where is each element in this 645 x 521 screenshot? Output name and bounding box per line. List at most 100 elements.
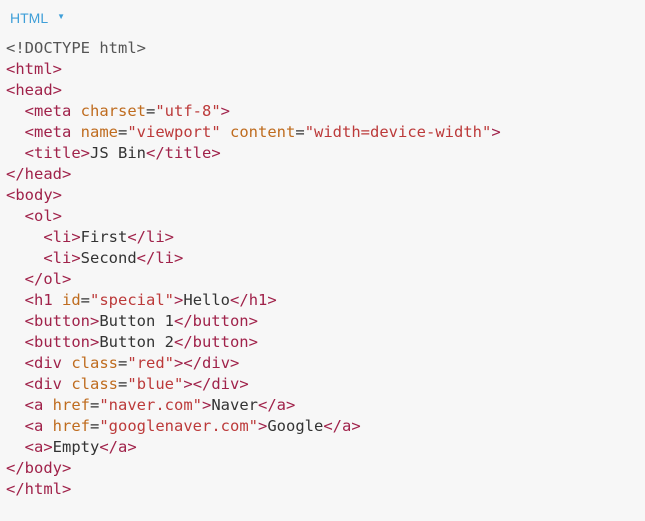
code-tag-token: </ol> (24, 270, 72, 288)
code-tag-token: </li> (127, 228, 174, 246)
code-tag-token: > (202, 396, 212, 414)
code-line[interactable]: <ol> (0, 206, 645, 227)
code-line[interactable]: <button>Button 1</button> (0, 311, 645, 332)
code-line[interactable]: <a href="googlenaver.com">Google</a> (0, 416, 645, 437)
code-line[interactable]: <li>Second</li> (0, 248, 645, 269)
code-attribute-token: class (71, 375, 119, 393)
code-tag-token: <button> (24, 312, 100, 330)
code-line[interactable]: <a>Empty</a> (0, 437, 645, 458)
code-text-token: Empty (52, 438, 100, 456)
code-line[interactable]: </head> (0, 164, 645, 185)
code-tag-token: > (491, 123, 501, 141)
code-tag-token: </button> (173, 312, 258, 330)
code-attribute-token: id (62, 291, 81, 309)
code-line[interactable]: </body> (0, 458, 645, 479)
code-line[interactable]: <li>First</li> (0, 227, 645, 248)
code-tag-token: <meta (24, 123, 81, 141)
code-text-token: Naver (211, 396, 259, 414)
code-tag-token: <ol> (24, 207, 62, 225)
code-tag-token: </button> (173, 333, 258, 351)
code-string-token: "special" (90, 291, 175, 309)
code-string-token: "naver.com" (99, 396, 202, 414)
code-text-token: = (90, 417, 100, 435)
code-line[interactable]: <body> (0, 185, 645, 206)
code-text-token: Google (267, 417, 324, 435)
code-text-token: = (118, 375, 128, 393)
code-editor[interactable]: <!DOCTYPE html> <html> <head> <meta charse… (0, 38, 645, 500)
code-line[interactable]: <head> (0, 80, 645, 101)
code-line[interactable]: <a href="naver.com">Naver</a> (0, 395, 645, 416)
code-tag-token: <li> (43, 228, 81, 246)
code-text-token: = (146, 102, 156, 120)
code-text-token: = (118, 123, 128, 141)
code-attribute-token: class (71, 354, 119, 372)
code-line[interactable]: <html> (0, 59, 645, 80)
code-line[interactable]: <meta name="viewport" content="width=dev… (0, 122, 645, 143)
code-text-token: Second (80, 249, 137, 267)
code-text-token: Button 1 (99, 312, 174, 330)
code-string-token: "googlenaver.com" (99, 417, 258, 435)
code-tag-token: </a> (323, 417, 361, 435)
code-attribute-token: href (52, 417, 90, 435)
code-tag-token: <li> (43, 249, 81, 267)
code-text-token: Button 2 (99, 333, 174, 351)
code-text-token: = (295, 123, 305, 141)
code-tag-token: <html> (6, 60, 62, 78)
code-tag-token: <button> (24, 333, 100, 351)
code-tag-token: </a> (258, 396, 296, 414)
language-selector[interactable]: HTML ▼ (10, 9, 65, 27)
language-label: HTML (10, 10, 49, 26)
code-tag-token: <h1 (24, 291, 62, 309)
html-editor-panel: HTML ▼ <!DOCTYPE html> <html> <head> <meta… (0, 0, 645, 521)
code-text-token: JS Bin (90, 144, 146, 162)
code-string-token: "width=device-width" (304, 123, 492, 141)
code-line[interactable]: </ol> (0, 269, 645, 290)
code-string-token: "utf-8" (155, 102, 221, 120)
code-string-token: "blue" (127, 375, 184, 393)
code-tag-token: </h1> (230, 291, 277, 309)
code-attribute-token: charset (80, 102, 146, 120)
code-line[interactable]: <div class="blue"></div> (0, 374, 645, 395)
code-line[interactable]: <div class="red"></div> (0, 353, 645, 374)
code-line[interactable]: <!DOCTYPE html> (0, 38, 645, 59)
code-line[interactable]: <h1 id="special">Hello</h1> (0, 290, 645, 311)
code-string-token: "viewport" (127, 123, 221, 141)
code-line[interactable]: <button>Button 2</button> (0, 332, 645, 353)
code-tag-token: <a> (24, 438, 53, 456)
code-tag-token: </head> (6, 165, 72, 183)
code-tag-token: > (220, 102, 231, 120)
code-line[interactable]: <title>JS Bin</title> (0, 143, 645, 164)
code-line[interactable]: </html> (0, 479, 645, 500)
code-tag-token: </a> (99, 438, 137, 456)
code-tag-token: </li> (136, 249, 184, 267)
code-attribute-token: href (52, 396, 90, 414)
code-text-token: First (80, 228, 128, 246)
code-line[interactable]: <meta charset="utf-8"> (0, 101, 645, 122)
code-attribute-token: name (80, 123, 118, 141)
code-tag-token: <title> (24, 144, 90, 162)
code-text-token: = (80, 291, 91, 309)
code-attribute-token: content (230, 123, 296, 141)
code-text-token: Hello (183, 291, 231, 309)
code-tag-token: ></div> (183, 375, 249, 393)
code-tag-token: <meta (24, 102, 81, 120)
code-doctype-token: <!DOCTYPE html> (6, 39, 146, 57)
code-text-token: = (90, 396, 100, 414)
code-tag-token: </body> (6, 459, 72, 477)
code-tag-token: > (174, 291, 184, 309)
